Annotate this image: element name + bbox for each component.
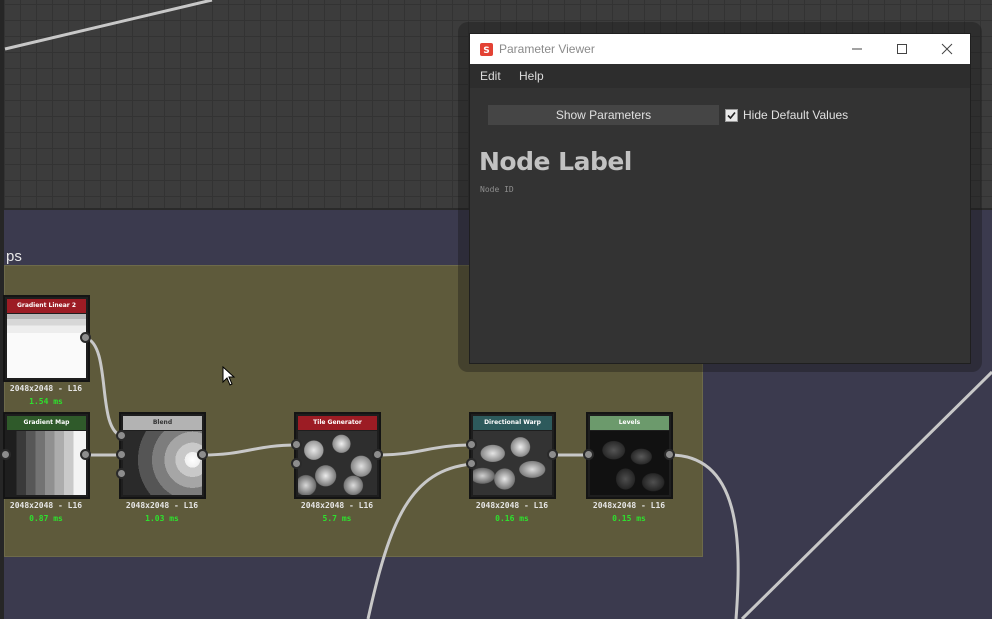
node-thumbnail — [473, 431, 552, 495]
menu-help[interactable]: Help — [519, 69, 544, 83]
node-resolution: 2048x2048 - L16 — [9, 384, 83, 393]
node-blend[interactable]: Blend — [119, 412, 206, 499]
node-levels[interactable]: Levels — [586, 412, 673, 499]
input-port[interactable] — [466, 458, 477, 469]
node-resolution: 2048x2048 - L16 — [125, 501, 199, 510]
window-titlebar[interactable]: S Parameter Viewer — [470, 34, 970, 64]
input-port[interactable] — [116, 468, 127, 479]
node-resolution: 2048x2048 - L16 — [9, 501, 83, 510]
node-thumbnail — [590, 431, 669, 495]
hide-default-values-label[interactable]: Hide Default Values — [743, 108, 848, 122]
node-resolution: 2048x2048 - L16 — [475, 501, 549, 510]
node-id-text: Node ID — [480, 185, 514, 194]
svg-text:S: S — [483, 46, 489, 56]
output-port[interactable] — [664, 449, 675, 460]
close-icon — [941, 43, 952, 55]
output-port[interactable] — [372, 449, 383, 460]
node-time: 5.7 ms — [322, 514, 352, 523]
node-time: 0.16 ms — [495, 514, 529, 523]
node-header: Gradient Linear 2 — [7, 299, 86, 313]
window-title: Parameter Viewer — [499, 42, 595, 56]
node-thumbnail — [298, 431, 377, 495]
node-thumbnail — [7, 431, 86, 495]
node-time: 0.15 ms — [612, 514, 646, 523]
output-port[interactable] — [547, 449, 558, 460]
input-port[interactable] — [0, 449, 11, 460]
app-icon: S — [480, 43, 493, 56]
wire-background-diagonal — [740, 370, 992, 619]
input-port[interactable] — [116, 430, 127, 441]
output-port[interactable] — [197, 449, 208, 460]
minimize-icon — [851, 48, 862, 50]
node-label-heading: Node Label — [479, 147, 632, 176]
input-port[interactable] — [116, 449, 127, 460]
wire-background-line — [4, 0, 213, 51]
node-directional-warp[interactable]: Directional Warp — [469, 412, 556, 499]
maximize-button[interactable] — [879, 34, 924, 64]
node-header: Blend — [123, 416, 202, 430]
node-header: Tile Generator — [298, 416, 377, 430]
input-port[interactable] — [583, 449, 594, 460]
wire-levels-out — [669, 453, 740, 619]
minimize-button[interactable] — [834, 34, 879, 64]
hide-default-values-checkbox[interactable] — [725, 109, 738, 122]
wire-tile-to-warp — [377, 443, 473, 457]
output-port[interactable] — [80, 332, 91, 343]
node-resolution: 2048x2048 - L16 — [300, 501, 374, 510]
node-time: 0.87 ms — [29, 514, 63, 523]
node-header: Directional Warp — [473, 416, 552, 430]
node-time: 1.03 ms — [145, 514, 179, 523]
node-header: Levels — [590, 416, 669, 430]
checkmark-icon — [727, 111, 736, 120]
node-thumbnail — [123, 431, 202, 495]
node-resolution: 2048x2048 - L16 — [592, 501, 666, 510]
node-tile-generator[interactable]: Tile Generator — [294, 412, 381, 499]
wire-blend-to-tile — [202, 443, 298, 457]
node-gradient-map[interactable]: Gradient Map — [3, 412, 90, 499]
output-port[interactable] — [80, 449, 91, 460]
maximize-icon — [896, 44, 907, 54]
node-gradient-linear-2[interactable]: Gradient Linear 2 — [3, 295, 90, 382]
input-port[interactable] — [291, 439, 302, 450]
show-parameters-button[interactable]: Show Parameters — [488, 105, 719, 125]
menu-edit[interactable]: Edit — [480, 69, 501, 83]
parameter-viewer-window[interactable]: S Parameter Viewer Edit Help Show Parame… — [469, 33, 971, 364]
mouse-cursor-icon — [222, 366, 236, 386]
node-header: Gradient Map — [7, 416, 86, 430]
wire-offscreen-to-warp — [366, 462, 473, 619]
menu-bar: Edit Help — [470, 64, 970, 88]
close-button[interactable] — [924, 34, 969, 64]
input-port[interactable] — [291, 458, 302, 469]
input-port[interactable] — [466, 439, 477, 450]
node-time: 1.54 ms — [29, 397, 63, 406]
node-thumbnail — [7, 314, 86, 378]
